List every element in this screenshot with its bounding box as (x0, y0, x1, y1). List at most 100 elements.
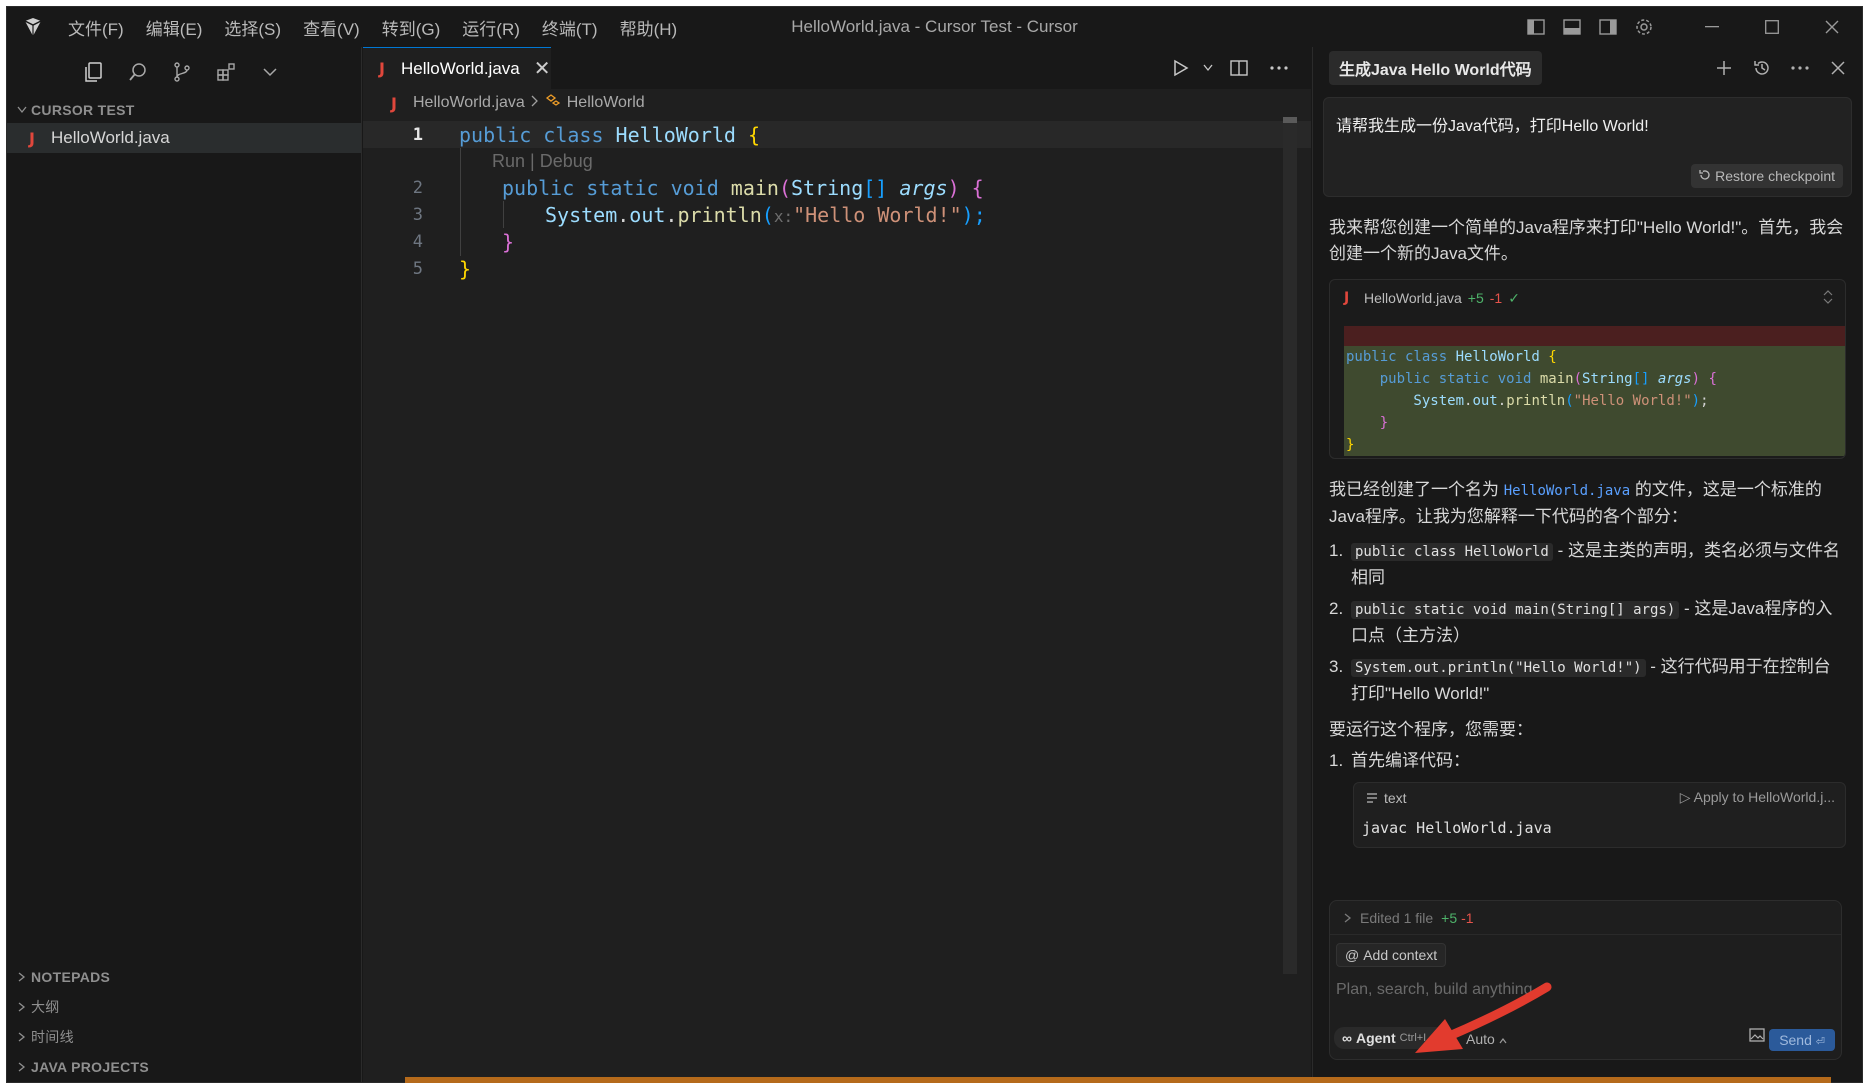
command-code-block[interactable]: text ▷ Apply to HelloWorld.j... javac He… (1353, 782, 1846, 848)
tab-helloworld-java[interactable]: J HelloWorld.java ✕ (363, 47, 551, 89)
menu-help[interactable]: 帮助(H) (611, 9, 687, 46)
menu-go[interactable]: 转到(G) (373, 9, 450, 46)
editor-tab-bar: J HelloWorld.java ✕ (363, 47, 1311, 89)
line-content: public class HelloWorld { (459, 122, 761, 147)
menu-file[interactable]: 文件(F) (59, 9, 133, 46)
status-strip (405, 1077, 1831, 1083)
explorer-sidebar: CURSOR TEST J HelloWorld.java NOTEPADS 大… (7, 47, 362, 1082)
file-item-helloworld[interactable]: J HelloWorld.java (7, 123, 361, 153)
code-diff-block[interactable]: J HelloWorld.java +5 -1 ✓ public class H… (1329, 279, 1846, 459)
menu-selection[interactable]: 选择(S) (215, 9, 290, 46)
run-steps: 1. 首先编译代码： (1329, 748, 1846, 774)
chat-composer: Edited 1 file +5 -1 @ Add context Plan, … (1329, 900, 1842, 1060)
run-intro: 要运行这个程序，您需要： (1329, 720, 1533, 739)
menu-view[interactable]: 查看(V) (294, 9, 369, 46)
section-notepads-label: NOTEPADS (31, 969, 111, 985)
settings-gear-icon[interactable] (1626, 7, 1662, 47)
extensions-icon[interactable] (209, 55, 243, 89)
close-tab-icon[interactable]: ✕ (534, 56, 551, 81)
send-button[interactable]: Send ⏎ (1769, 1029, 1835, 1051)
send-label: Send (1779, 1032, 1812, 1048)
explanation-list: 1. public class HelloWorld - 这是主类的声明，类名必… (1329, 538, 1846, 707)
editor-scrollbar[interactable] (1283, 117, 1297, 974)
list-item-text: public static void main(String[] args) -… (1351, 599, 1833, 645)
toggle-panel-icon[interactable] (1554, 7, 1590, 47)
diff-file-name: HelloWorld.java (1364, 290, 1462, 306)
code-area[interactable]: 1 public class HelloWorld { Run | Debug … (363, 121, 1311, 282)
chevron-right-icon (13, 1002, 31, 1012)
breadcrumb-file[interactable]: HelloWorld.java (413, 94, 525, 112)
apply-button[interactable]: ▷ Apply to HelloWorld.j... (1680, 789, 1835, 806)
new-chat-plus-icon[interactable] (1706, 50, 1742, 86)
more-actions-icon[interactable] (1261, 50, 1297, 86)
chat-title[interactable]: 生成Java Hello World代码 (1329, 51, 1542, 85)
codelens-run-debug[interactable]: Run | Debug (363, 148, 1311, 174)
section-timeline[interactable]: 时间线 (7, 1022, 361, 1052)
explorer-files-icon[interactable] (77, 55, 111, 89)
split-editor-icon[interactable] (1221, 50, 1257, 86)
toggle-primary-sidebar-icon[interactable] (1518, 7, 1554, 47)
title-bar: 文件(F) 编辑(E) 选择(S) 查看(V) 转到(G) 运行(R) 终端(T… (7, 7, 1862, 47)
close-panel-icon[interactable] (1820, 50, 1856, 86)
toggle-secondary-sidebar-icon[interactable] (1590, 7, 1626, 47)
cursor-logo-icon[interactable] (7, 7, 59, 47)
close-window-icon[interactable] (1802, 7, 1862, 47)
indent-guide (503, 201, 504, 228)
command-text: javac HelloWorld.java (1362, 819, 1552, 837)
inline-file-link[interactable]: HelloWorld.java (1504, 483, 1630, 499)
parameter-hint: x: (773, 206, 794, 226)
list-number: 1. (1329, 751, 1344, 770)
diff-added-line: } (1344, 412, 1845, 434)
run-dropdown-chevron-icon[interactable] (1203, 64, 1217, 72)
chat-header: 生成Java Hello World代码 (1313, 47, 1862, 89)
diff-added-count: +5 (1467, 290, 1484, 306)
line-number: 3 (412, 204, 423, 225)
run-icon[interactable] (1163, 50, 1199, 86)
restore-icon (1699, 168, 1711, 184)
minimize-icon[interactable] (1682, 7, 1742, 47)
search-icon[interactable] (121, 55, 155, 89)
restore-checkpoint-button[interactable]: Restore checkpoint (1691, 164, 1843, 188)
menu-terminal[interactable]: 终端(T) (533, 9, 607, 46)
menu-edit[interactable]: 编辑(E) (137, 9, 212, 46)
section-notepads[interactable]: NOTEPADS (7, 962, 361, 992)
line-content: } (502, 229, 515, 254)
section-java-projects[interactable]: JAVA PROJECTS (7, 1052, 361, 1082)
list-item: 1. public class HelloWorld - 这是主类的声明，类名必… (1329, 538, 1846, 591)
title-actions (1518, 7, 1862, 47)
section-outline[interactable]: 大纲 (7, 992, 361, 1022)
source-control-icon[interactable] (165, 55, 199, 89)
breadcrumb-symbol[interactable]: HelloWorld (567, 94, 645, 112)
expand-toggle-icon[interactable] (1823, 290, 1833, 307)
history-icon[interactable] (1744, 50, 1780, 86)
edited-label: Edited 1 file (1360, 909, 1434, 926)
diff-code: public class HelloWorld { public static … (1344, 326, 1845, 456)
chevron-down-icon[interactable] (253, 55, 287, 89)
diff-removed-count: -1 (1489, 290, 1503, 306)
add-context-button[interactable]: @ Add context (1336, 943, 1447, 967)
para2-text-pre: 我已经创建了一个名为 (1329, 480, 1504, 499)
menu-run[interactable]: 运行(R) (453, 9, 529, 46)
chevron-right-icon (531, 94, 539, 112)
image-upload-icon[interactable] (1749, 1028, 1765, 1047)
list-number: 3. (1329, 657, 1344, 676)
scrollbar-thumb[interactable] (1283, 117, 1297, 123)
diff-added-line: public static void main(String[] args) { (1344, 368, 1845, 390)
maximize-icon[interactable] (1742, 7, 1802, 47)
ai-chat-panel: 生成Java Hello World代码 请帮我生成一份Java代码，打印Hel… (1312, 47, 1862, 1082)
line-content: public static void main(String[] args) { (502, 175, 984, 200)
code-line-3: 3 System.out.println(x:"Hello World!"); (363, 201, 1311, 228)
user-message[interactable]: 请帮我生成一份Java代码，打印Hello World! Restore che… (1323, 97, 1852, 197)
more-options-icon[interactable] (1782, 50, 1818, 86)
chevron-right-icon (1344, 910, 1352, 926)
file-item-label: HelloWorld.java (51, 128, 170, 147)
checkmark-icon: ✓ (1508, 289, 1520, 306)
code-language: text (1384, 790, 1407, 806)
line-number: 2 (412, 177, 423, 198)
edited-files-summary[interactable]: Edited 1 file +5 -1 (1330, 901, 1841, 935)
chevron-right-icon (13, 1032, 31, 1042)
project-section-header[interactable]: CURSOR TEST (7, 97, 361, 123)
java-file-icon: J (29, 128, 35, 148)
diff-header: J HelloWorld.java +5 -1 ✓ (1330, 280, 1845, 316)
diff-added-line: public class HelloWorld { (1344, 346, 1845, 368)
